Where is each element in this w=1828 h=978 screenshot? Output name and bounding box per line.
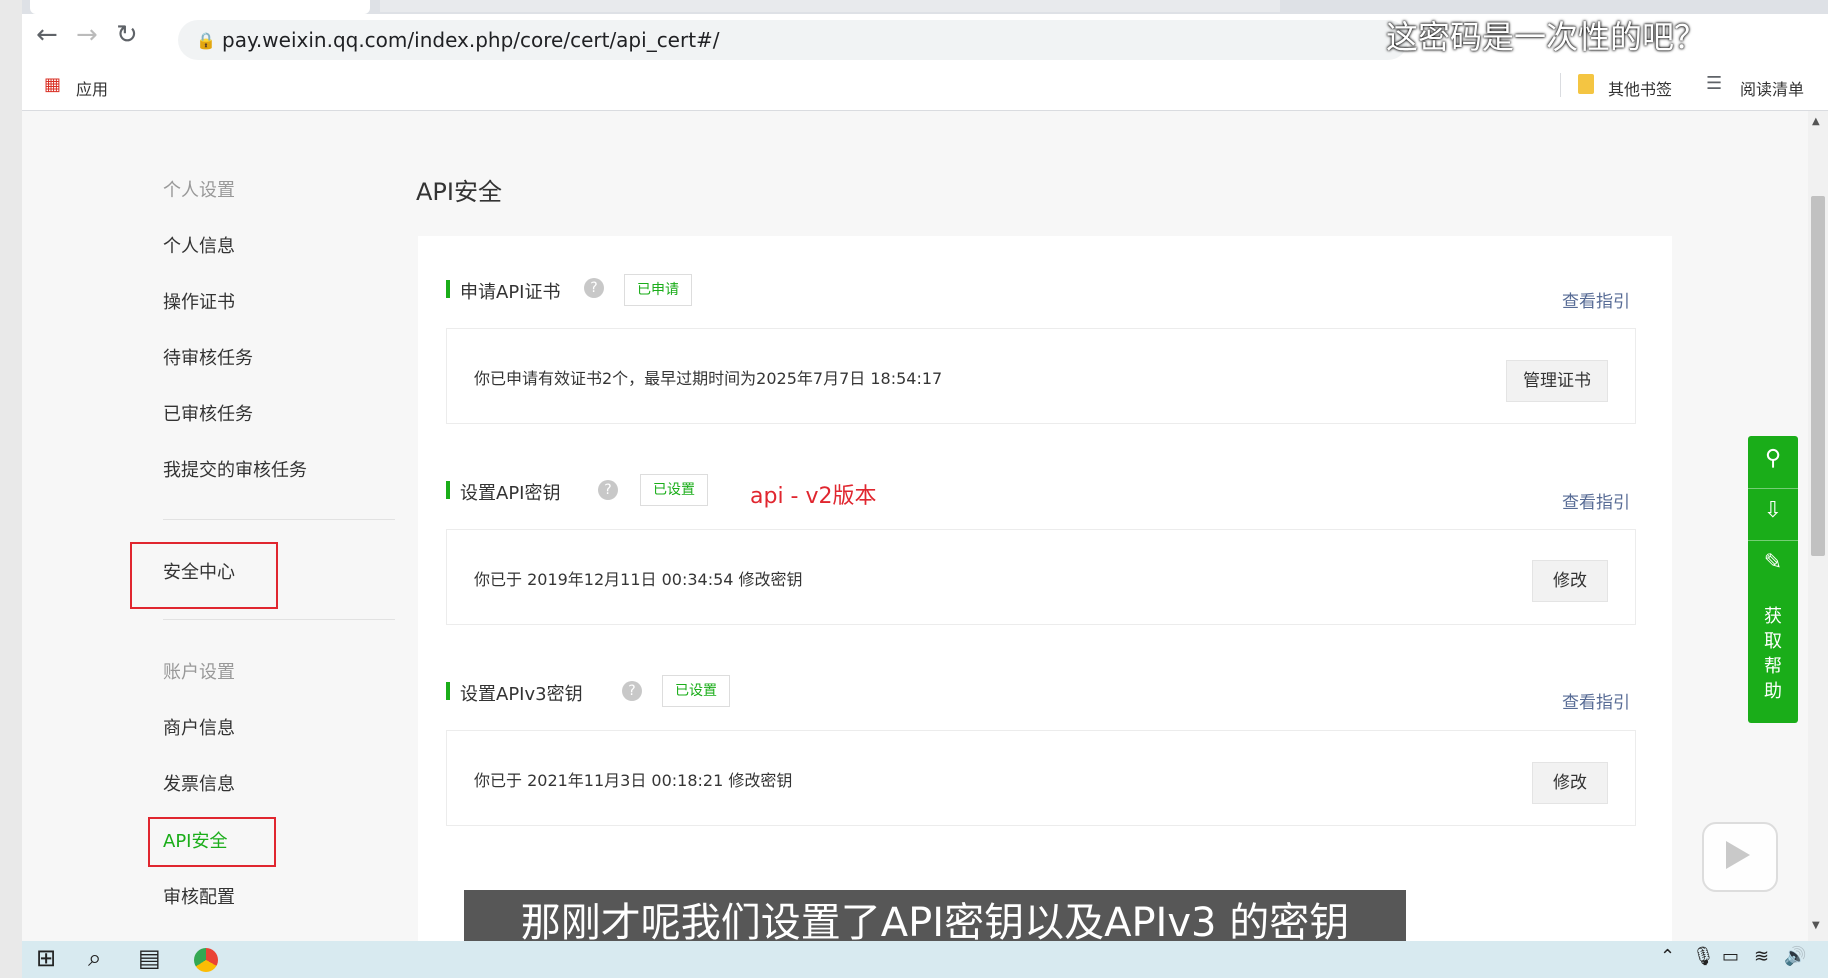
status-badge-applied: 已申请 <box>624 274 692 306</box>
guide-link-api-key[interactable]: 查看指引 <box>1562 488 1630 513</box>
bookmark-apps[interactable]: 应用 <box>76 76 108 100</box>
sidebar-divider <box>163 519 395 520</box>
manage-cert-button[interactable]: 管理证书 <box>1506 360 1608 402</box>
edit-icon[interactable]: ✎ <box>1748 550 1798 575</box>
section-accent-bar <box>446 682 450 700</box>
wifi-icon[interactable]: ≋ <box>1754 946 1769 967</box>
bookmark-reading-list[interactable]: 阅读清单 <box>1740 76 1804 100</box>
sidebar-item-review-config[interactable]: 审核配置 <box>163 883 235 909</box>
forward-arrow-icon[interactable]: → <box>76 20 98 50</box>
section-accent-bar <box>446 280 450 298</box>
sidebar-heading-personal: 个人设置 <box>163 180 235 201</box>
scroll-down-icon[interactable]: ▼ <box>1812 920 1820 931</box>
get-help-label: 获取帮助 <box>1764 606 1782 702</box>
apps-grid-icon[interactable]: ▦ <box>44 74 61 95</box>
windows-start-icon[interactable]: ⊞ <box>36 944 56 972</box>
status-badge-set-v3: 已设置 <box>662 675 730 707</box>
browser-tab-active[interactable] <box>30 0 370 14</box>
back-arrow-icon[interactable]: ← <box>36 20 58 50</box>
sidebar-item-reviewed-tasks[interactable]: 已审核任务 <box>163 400 253 426</box>
link-icon[interactable]: ⚲ <box>1748 446 1798 471</box>
help-question-icon[interactable]: ? <box>584 278 604 298</box>
scroll-up-icon[interactable]: ▲ <box>1812 116 1820 127</box>
annotation-api-v2: api - v2版本 <box>750 484 877 509</box>
help-float-divider <box>1748 540 1798 541</box>
help-float-divider <box>1748 488 1798 489</box>
overlay-comment: 这密码是一次性的吧？ <box>1386 18 1707 56</box>
scrollbar-thumb[interactable] <box>1811 196 1825 556</box>
status-badge-set-v2: 已设置 <box>640 474 708 506</box>
info-text-api-key: 你已于 2019年12月11日 00:34:54 修改密钥 <box>474 570 803 589</box>
sidebar-item-api-security[interactable]: API安全 <box>163 827 227 853</box>
info-text-cert: 你已申请有效证书2个，最早过期时间为2025年7月7日 18:54:17 <box>474 369 943 388</box>
guide-link-cert[interactable]: 查看指引 <box>1562 287 1630 312</box>
page-title: API安全 <box>416 178 502 206</box>
windows-taskbar <box>22 941 1828 978</box>
help-question-icon[interactable]: ? <box>598 480 618 500</box>
sidebar-item-submitted-tasks[interactable]: 我提交的审核任务 <box>163 456 307 482</box>
url-text[interactable]: pay.weixin.qq.com/index.php/core/cert/ap… <box>222 28 720 52</box>
info-text-api-v3-key: 你已于 2021年11月3日 00:18:21 修改密钥 <box>474 771 793 790</box>
tray-chevron-icon[interactable]: ⌃ <box>1660 946 1675 967</box>
sidebar-item-personal-info[interactable]: 个人信息 <box>163 232 235 258</box>
play-icon <box>1726 841 1750 869</box>
volume-icon[interactable]: 🔊 <box>1784 946 1806 967</box>
section-title-api-key: 设置API密钥 <box>460 483 561 504</box>
sidebar-item-pending-tasks[interactable]: 待审核任务 <box>163 344 253 370</box>
sidebar-item-invoice-info[interactable]: 发票信息 <box>163 770 235 796</box>
task-view-icon[interactable]: ▤ <box>138 944 161 972</box>
window-edge <box>0 0 22 978</box>
section-title-apply-cert: 申请API证书 <box>460 282 561 303</box>
sidebar-item-merchant-info[interactable]: 商户信息 <box>163 714 235 740</box>
battery-icon[interactable]: ▭ <box>1722 946 1739 967</box>
bookmark-folder-icon <box>1578 74 1594 94</box>
reading-list-icon: ☰ <box>1706 73 1723 94</box>
section-title-api-v3-key: 设置APIv3密钥 <box>460 684 583 705</box>
bookmarks-divider <box>1560 73 1561 97</box>
sidebar-item-security-center[interactable]: 安全中心 <box>163 558 235 584</box>
bookmarks-bar <box>22 70 1828 111</box>
help-question-icon[interactable]: ? <box>622 681 642 701</box>
microphone-icon[interactable]: 🎙 <box>1692 946 1715 967</box>
sidebar-item-operation-cert[interactable]: 操作证书 <box>163 288 235 314</box>
download-icon[interactable]: ⇩ <box>1748 498 1798 523</box>
bookmark-other[interactable]: 其他书签 <box>1608 76 1672 100</box>
reload-icon[interactable]: ↻ <box>116 20 138 50</box>
chrome-icon[interactable] <box>194 948 218 972</box>
guide-link-api-v3-key[interactable]: 查看指引 <box>1562 688 1630 713</box>
sidebar-heading-account: 账户设置 <box>163 662 235 683</box>
get-help-button[interactable]: 获取帮助 <box>1748 604 1798 704</box>
section-accent-bar <box>446 481 450 499</box>
lock-icon: 🔒 <box>196 31 216 50</box>
modify-api-key-button[interactable]: 修改 <box>1532 560 1608 602</box>
search-icon[interactable]: ⌕ <box>88 944 101 972</box>
browser-tab[interactable] <box>380 0 1280 12</box>
modify-api-v3-key-button[interactable]: 修改 <box>1532 762 1608 804</box>
sidebar-divider <box>163 619 395 620</box>
